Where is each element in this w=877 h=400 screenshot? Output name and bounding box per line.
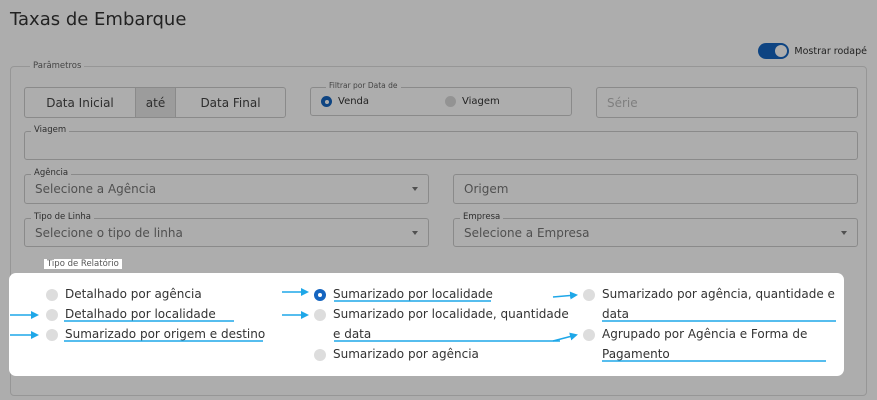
option-label-line1: Sumarizado por agência, quantidade e: [602, 287, 835, 301]
radio-unselected-icon: [46, 329, 58, 341]
option-label-line1: Sumarizado por localidade, quantidade: [333, 307, 569, 321]
option-label: Sumarizado por origem e destino: [65, 327, 266, 341]
option-detalhado-localidade[interactable]: Detalhado por localidade: [46, 305, 216, 325]
option-label: Sumarizado por localidade, quantidade e d…: [333, 305, 569, 344]
radio-unselected-icon: [583, 329, 595, 341]
option-label: Sumarizado por localidade: [333, 287, 493, 301]
option-sumarizado-agencia-quantidade-data[interactable]: Sumarizado por agência, quantidade e data: [583, 285, 835, 324]
radio-unselected-icon: [46, 289, 58, 301]
radio-unselected-icon: [46, 309, 58, 321]
radio-selected-icon: [314, 289, 326, 301]
option-label: Sumarizado por agência: [333, 347, 479, 361]
option-label-line2: e data: [333, 326, 372, 341]
option-label: Agrupado por Agência e Forma de Pagamento: [602, 325, 807, 364]
radio-unselected-icon: [314, 349, 326, 361]
option-label: Detalhado por localidade: [65, 307, 216, 321]
option-label: Sumarizado por agência, quantidade e data: [602, 285, 835, 324]
option-sumarizado-origem-destino[interactable]: Sumarizado por origem e destino: [46, 325, 265, 345]
report-type-legend: Tipo de Relatório: [44, 259, 122, 269]
option-sumarizado-localidade-quantidade-data[interactable]: Sumarizado por localidade, quantidade e d…: [314, 305, 569, 344]
option-agrupado-agencia-forma-pagamento[interactable]: Agrupado por Agência e Forma de Pagamento: [583, 325, 807, 364]
option-label-line1: Agrupado por Agência e Forma de: [602, 327, 808, 341]
radio-unselected-icon: [583, 289, 595, 301]
option-label: Detalhado por agência: [65, 287, 202, 301]
option-sumarizado-localidade[interactable]: Sumarizado por localidade: [314, 285, 493, 305]
option-label-line2: Pagamento: [602, 346, 670, 361]
radio-unselected-icon: [314, 309, 326, 321]
option-detalhado-agencia[interactable]: Detalhado por agência: [46, 285, 202, 305]
option-sumarizado-agencia[interactable]: Sumarizado por agência: [314, 345, 479, 365]
option-label-line2: data: [602, 306, 630, 321]
